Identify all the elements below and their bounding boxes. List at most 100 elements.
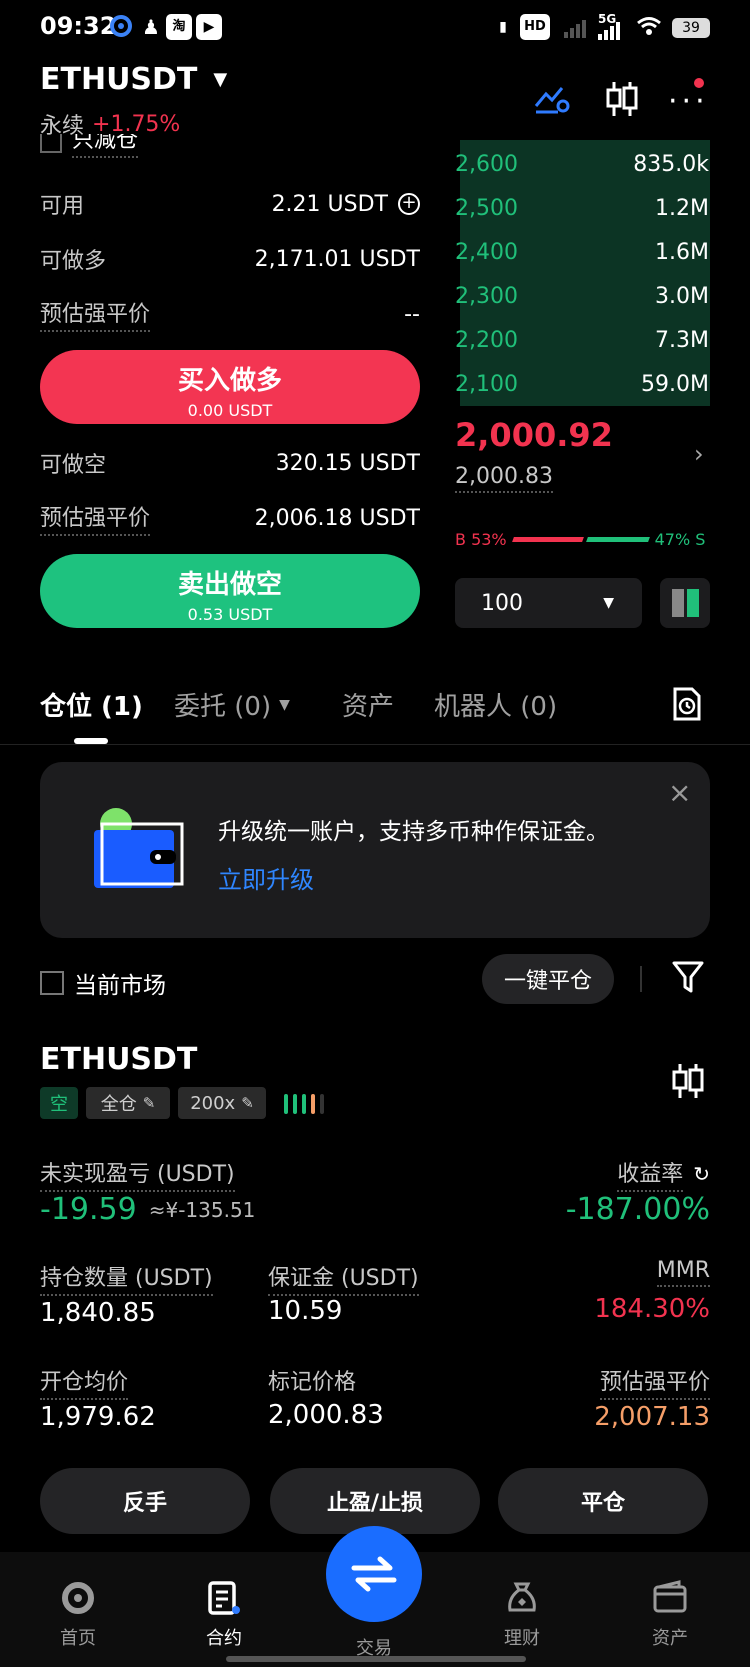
mark-price: 2,000.83 — [455, 464, 553, 493]
mmr-value: 184.30% — [594, 1294, 710, 1324]
liq-value: 2,007.13 — [594, 1402, 710, 1432]
strategy-chart-icon[interactable] — [534, 80, 570, 120]
trade-fab[interactable] — [326, 1526, 422, 1622]
buy-long-sub: 0.00 USDT — [187, 401, 273, 420]
available-row: 可用 2.21 USDT + — [40, 184, 420, 224]
edit-icon: ✎ — [241, 1094, 254, 1112]
ob-price: 2,400 — [455, 239, 518, 265]
wallet-nav-icon — [620, 1578, 720, 1618]
close-position-button[interactable]: 平仓 — [498, 1468, 708, 1534]
margin-mode-badge[interactable]: 全仓 ✎ — [86, 1087, 170, 1119]
leverage-badge[interactable]: 200x ✎ — [178, 1087, 266, 1119]
home-icon — [28, 1578, 128, 1618]
can-short-row: 可做空 320.15 USDT — [40, 443, 420, 483]
roe-label: 收益率 — [617, 1156, 684, 1192]
risk-level-indicator — [284, 1094, 324, 1114]
pair-selector[interactable]: ETHUSDT ▼ — [40, 62, 227, 97]
price-change: +1.75% — [92, 111, 181, 137]
notification-dot — [694, 78, 704, 88]
buy-long-label: 买入做多 — [177, 366, 282, 396]
mark-value: 2,000.83 — [268, 1400, 384, 1430]
divider — [640, 966, 642, 992]
contract-icon — [174, 1578, 274, 1618]
reduce-only-label: 只减仓 — [72, 134, 139, 158]
orderbook-row[interactable]: 2,400 1.6M — [455, 230, 709, 274]
orderbook-row[interactable]: 2,600 835.0k — [455, 142, 709, 186]
upgrade-link[interactable]: 立即升级 — [218, 860, 314, 895]
chevron-right-icon[interactable]: › — [694, 440, 704, 468]
tab-assets[interactable]: 资产 — [342, 686, 394, 723]
mark-label: 标记价格 — [268, 1370, 357, 1395]
ob-amount: 3.0M — [655, 283, 709, 309]
tab-bots[interactable]: 机器人 (0) — [434, 686, 557, 723]
current-market-checkbox[interactable]: 当前市场 — [40, 966, 166, 1000]
pair-title: ETHUSDT — [40, 62, 198, 97]
candlestick-icon[interactable] — [604, 80, 640, 122]
est-liq-long-label: 预估强平价 — [40, 296, 151, 332]
ob-price: 2,500 — [455, 195, 518, 221]
tab-orders-label: 委托 (0) — [174, 692, 272, 722]
nav-assets[interactable]: 资产 — [620, 1578, 720, 1650]
tab-orders[interactable]: 委托 (0) ▼ — [174, 686, 290, 723]
orderbook-row[interactable]: 2,500 1.2M — [455, 186, 709, 230]
caret-down-icon: ▼ — [279, 696, 290, 713]
can-long-value: 2,171.01 USDT — [254, 246, 420, 272]
ob-amount: 59.0M — [641, 371, 709, 397]
nav-contract[interactable]: 合约 — [174, 1578, 274, 1650]
checkbox-box — [40, 134, 62, 153]
nav-finance[interactable]: 理财 — [472, 1578, 572, 1650]
wifi-icon — [636, 14, 662, 40]
filter-icon[interactable] — [672, 960, 704, 998]
signal-weak-icon — [562, 14, 588, 40]
position-symbol[interactable]: ETHUSDT — [40, 1042, 197, 1077]
est-liq-long-row: 预估强平价 -- — [40, 294, 420, 334]
sell-short-label: 卖出做空 — [177, 570, 282, 600]
ob-price: 2,100 — [455, 371, 518, 397]
layout-icon-right — [686, 589, 699, 617]
close-icon[interactable]: × — [668, 776, 691, 809]
moneybag-icon — [472, 1578, 572, 1618]
app-logo-icon — [108, 14, 134, 40]
nav-home[interactable]: 首页 — [28, 1578, 128, 1650]
layout-icon-left — [671, 589, 684, 617]
ob-amount: 1.6M — [655, 239, 709, 265]
more-icon[interactable]: ··· — [668, 84, 709, 119]
reverse-button[interactable]: 反手 — [40, 1468, 250, 1534]
can-long-label: 可做多 — [40, 249, 107, 274]
nav-finance-label: 理财 — [504, 1628, 540, 1649]
reduce-only-checkbox[interactable]: 只减仓 — [40, 134, 139, 160]
margin-label: 保证金 (USDT) — [268, 1260, 419, 1296]
add-funds-icon[interactable]: + — [398, 193, 420, 215]
layout-toggle[interactable] — [660, 578, 710, 628]
video-icon: ▶ — [196, 14, 222, 40]
current-market-label: 当前市场 — [74, 973, 166, 999]
orderbook-row[interactable]: 2,300 3.0M — [455, 274, 709, 318]
orderbook-row[interactable]: 2,200 7.3M — [455, 318, 709, 362]
tpsl-button[interactable]: 止盈/止损 — [270, 1468, 480, 1534]
sell-short-sub: 0.53 USDT — [187, 605, 273, 624]
tab-positions[interactable]: 仓位 (1) — [40, 686, 143, 723]
ob-price: 2,300 — [455, 283, 518, 309]
roe-header[interactable]: 收益率 ↻ — [617, 1156, 710, 1192]
qq-icon: ♟ — [142, 15, 160, 39]
order-history-icon[interactable] — [672, 686, 702, 726]
share-icon[interactable]: ↻ — [693, 1162, 710, 1186]
liq-label: 预估强平价 — [599, 1364, 710, 1400]
ob-amount: 835.0k — [633, 151, 709, 177]
depth-select[interactable]: 100 ▼ — [455, 578, 642, 628]
position-chart-icon[interactable] — [670, 1062, 706, 1104]
divider — [0, 744, 750, 745]
pnl-row: -19.59 ≈¥-135.51 — [40, 1192, 255, 1227]
wallet-icon — [90, 806, 186, 894]
upgrade-banner[interactable]: 升级统一账户，支持多币种作保证金。 立即升级 × — [40, 762, 710, 938]
available-value: 2.21 USDT — [271, 191, 388, 217]
edit-icon: ✎ — [142, 1094, 156, 1112]
sell-short-button[interactable]: 卖出做空 0.53 USDT — [40, 554, 420, 628]
taobao-icon: 淘 — [166, 14, 192, 40]
buy-long-button[interactable]: 买入做多 0.00 USDT — [40, 350, 420, 424]
close-all-button[interactable]: 一键平仓 — [482, 954, 614, 1004]
last-price[interactable]: 2,000.92 — [455, 416, 613, 454]
can-short-label: 可做空 — [40, 453, 107, 478]
mmr-label: MMR — [656, 1258, 710, 1287]
orderbook-row[interactable]: 2,100 59.0M — [455, 362, 709, 406]
